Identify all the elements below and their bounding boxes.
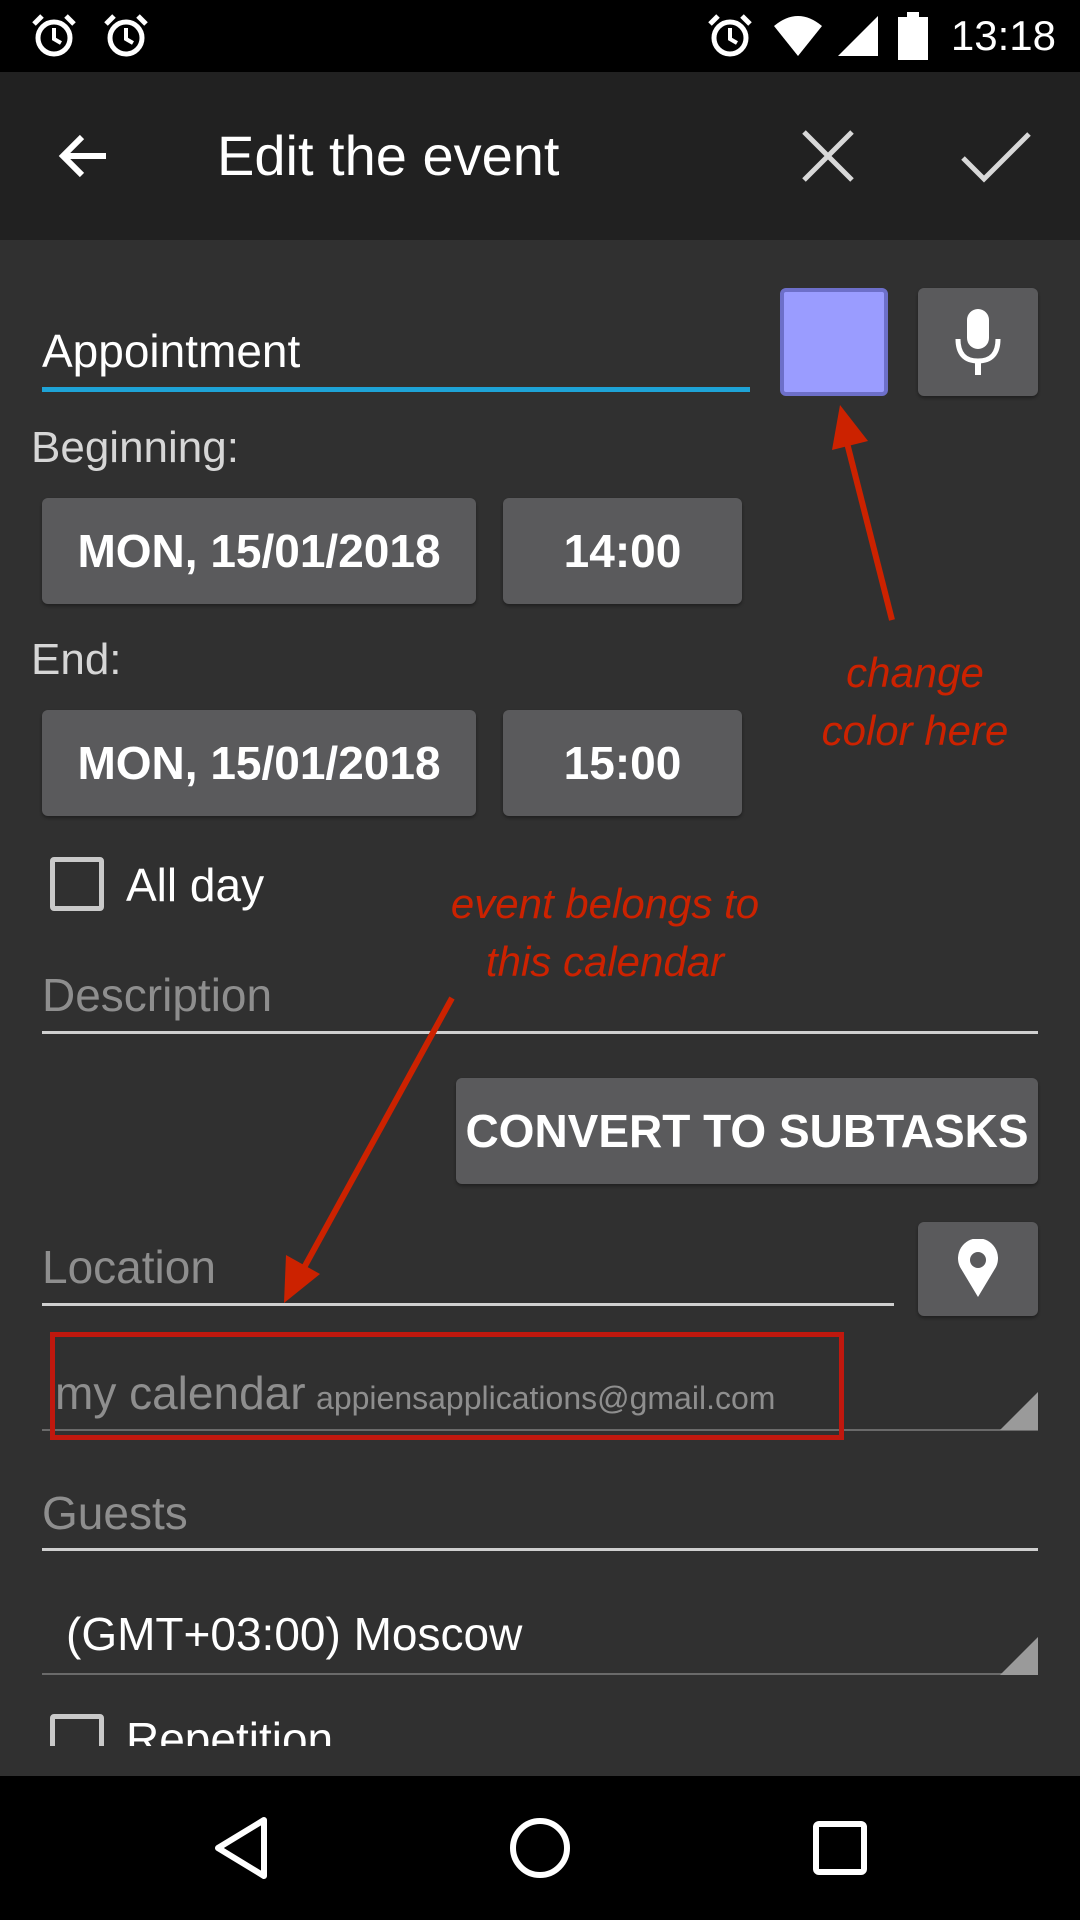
color-picker-button[interactable] [780,288,888,396]
annotation-arrow-calendar [284,996,455,1303]
location-input[interactable]: Location [42,1240,216,1294]
spinner-arrow-icon [1000,1392,1038,1430]
alarm-icon [708,14,752,57]
status-time: 13:18 [950,12,1056,59]
timezone-underline [42,1673,1038,1675]
nav-home-button[interactable] [492,1800,588,1896]
spinner-arrow-icon [1000,1637,1038,1675]
convert-to-subtasks-button[interactable]: CONVERT TO SUBTASKS [456,1078,1038,1184]
annotation-highlight-box [50,1332,844,1440]
back-button[interactable] [36,108,132,204]
alarm-icon [104,14,148,57]
annotation-color-note-line2: color here [821,707,1009,754]
navigation-bar [0,1776,1080,1920]
voice-input-button[interactable] [918,288,1038,396]
annotation-arrow-color [832,405,895,621]
annotation-calendar-note-line2: this calendar [485,938,725,985]
annotation-calendar-note: event belongs to this calendar [390,875,820,991]
description-underline [42,1031,1038,1034]
app-bar: Edit the event [0,72,1080,240]
location-pick-button[interactable] [918,1222,1038,1316]
home-circle-icon [510,1818,570,1878]
status-bar: 13:18 [0,0,1080,72]
back-triangle-icon [215,1817,267,1879]
end-time-button[interactable]: 15:00 [503,710,742,816]
signal-icon [838,16,878,56]
repetition-row: Repetition [0,1700,1080,1746]
repetition-label: Repetition [126,1713,334,1746]
guests-input[interactable]: Guests [42,1486,188,1540]
end-label: End: [31,635,122,684]
nav-back-button[interactable] [194,1800,290,1896]
all-day-label: All day [126,859,265,911]
event-title-input[interactable]: Appointment [42,324,300,378]
close-icon [802,130,854,182]
nav-recents-button[interactable] [792,1800,888,1896]
check-icon [961,132,1031,183]
end-date-button[interactable]: MON, 15/01/2018 [42,710,476,816]
arrow-left-icon [58,134,106,178]
description-input[interactable]: Description [42,968,272,1022]
all-day-checkbox[interactable] [50,857,104,911]
annotation-color-note: change color here [790,644,1040,760]
microphone-icon [955,309,1001,375]
repetition-checkbox[interactable] [50,1714,104,1746]
timezone-selector[interactable]: (GMT+03:00) Moscow [66,1607,522,1661]
save-button[interactable] [948,108,1044,204]
page-title: Edit the event [217,124,560,187]
recents-square-icon [813,1821,867,1875]
annotation-calendar-note-line1: event belongs to [450,880,760,927]
battery-icon [898,12,928,60]
annotation-color-note-line1: change [846,649,984,696]
beginning-label: Beginning: [31,423,239,472]
beginning-time-button[interactable]: 14:00 [503,498,742,604]
event-title-underline [42,387,750,392]
wifi-icon [774,16,822,56]
map-pin-icon [958,1239,998,1297]
beginning-date-button[interactable]: MON, 15/01/2018 [42,498,476,604]
alarm-icon [32,14,76,57]
guests-underline [42,1548,1038,1551]
cancel-button[interactable] [780,108,876,204]
